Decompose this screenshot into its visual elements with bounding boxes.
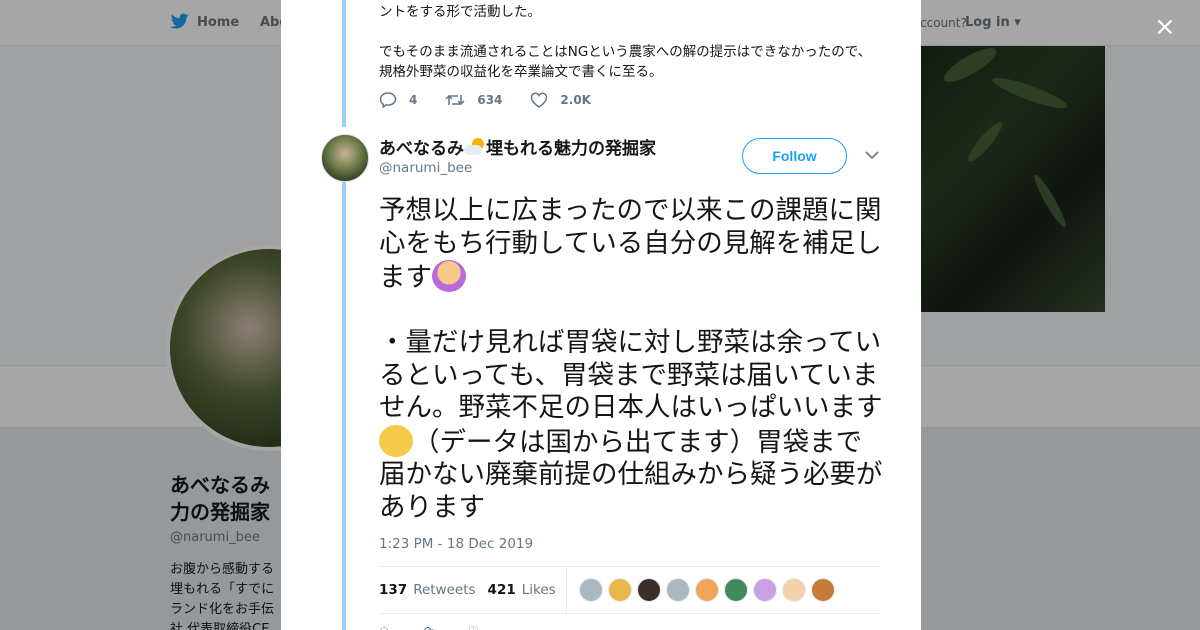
liker-avatar[interactable] — [723, 578, 748, 602]
liker-avatar[interactable] — [810, 578, 835, 602]
likes-count: 421 — [487, 582, 516, 598]
liker-avatar[interactable] — [665, 578, 690, 602]
liker-avatar[interactable] — [578, 578, 603, 602]
tweet-timestamp[interactable]: 1:23 PM - 18 Dec 2019 — [379, 536, 533, 552]
sun-behind-cloud-icon — [464, 138, 486, 156]
previous-tweet-line: でもそのまま流通されることはNGという農家への解の提示はできなかったので、規格外… — [379, 44, 872, 80]
author-handle[interactable]: @narumi_bee — [379, 160, 472, 176]
tweet-modal: ントをする形で活動した。 でもそのまま流通されることはNGという農家への解の提示… — [281, 0, 921, 630]
retweets-label: Retweets — [413, 582, 476, 598]
like-button[interactable]: 2.0K — [530, 92, 591, 108]
likers-avatars — [578, 578, 840, 602]
retweet-button[interactable]: 634 — [445, 92, 502, 108]
display-name-part: 埋もれる魅力の発掘家 — [486, 139, 656, 159]
retweet-count: 634 — [477, 93, 503, 107]
like-count: 2.0K — [560, 93, 591, 107]
person-gesturing-no-emoji-icon — [432, 260, 466, 292]
tweet-text: 予想以上に広まったので以来この課題に関心をもち行動している自分の見解を補足します… — [379, 195, 884, 524]
retweets-count: 137 — [379, 582, 408, 598]
thread-line — [342, 0, 346, 127]
liker-avatar[interactable] — [607, 578, 632, 602]
tweet-text-part: （データは国から出てます）胃袋まで届かない廃棄前提の仕組みから疑う必要があります — [379, 426, 883, 523]
author-display-name[interactable]: あべなるみ 埋もれる魅力の発掘家 — [379, 134, 656, 159]
follow-button[interactable]: Follow — [742, 138, 847, 174]
liker-avatar[interactable] — [781, 578, 806, 602]
reply-count: 4 — [409, 93, 418, 107]
retweet-icon — [445, 94, 465, 106]
liker-avatar[interactable] — [752, 578, 777, 602]
likes-stat[interactable]: 421 Likes — [488, 582, 556, 598]
heart-icon — [531, 92, 548, 108]
tweet-text-part: ・量だけ見れば胃袋に対し野菜は余っているといっても、胃袋まで野菜は届いていません… — [379, 327, 883, 423]
liker-avatar[interactable] — [636, 578, 661, 602]
likes-label: Likes — [521, 582, 556, 598]
crying-face-emoji-icon — [379, 424, 413, 457]
chevron-down-icon[interactable] — [865, 148, 879, 164]
close-icon[interactable]: × — [1154, 12, 1176, 42]
reply-icon — [379, 92, 397, 108]
previous-tweet-line: ントをする形で活動した。 — [379, 4, 541, 20]
author-avatar[interactable] — [321, 134, 369, 182]
previous-tweet-actions: 4 634 2.0K — [379, 92, 619, 108]
previous-tweet-text: ントをする形で活動した。 でもそのまま流通されることはNGという農家への解の提示… — [379, 2, 879, 102]
retweets-stat[interactable]: 137 Retweets — [379, 582, 476, 598]
liker-avatar[interactable] — [694, 578, 719, 602]
display-name-part: あべなるみ — [379, 139, 464, 159]
reply-button[interactable]: 4 — [379, 92, 417, 108]
tweet-stats: 137 Retweets 421 Likes — [379, 566, 881, 614]
stats-divider — [565, 566, 567, 614]
tweet-actions: ◌ ⟳ ♡ — [379, 624, 479, 630]
thread-line — [342, 182, 346, 630]
